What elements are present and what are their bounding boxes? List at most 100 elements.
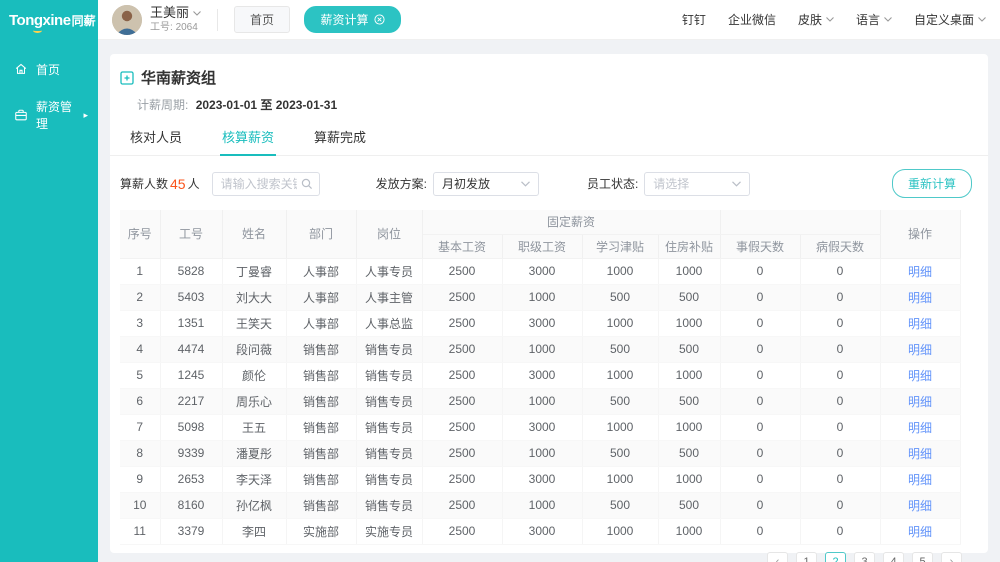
table-cell: 人事部 xyxy=(286,310,356,336)
table-cell: 1000 xyxy=(658,466,720,492)
table-cell: 销售专员 xyxy=(356,466,422,492)
table-cell: 3000 xyxy=(502,414,582,440)
search-icon xyxy=(301,178,313,190)
detail-link[interactable]: 明细 xyxy=(908,395,932,409)
detail-link[interactable]: 明细 xyxy=(908,447,932,461)
action-cell: 明细 xyxy=(880,310,960,336)
table-cell: 5403 xyxy=(160,284,222,310)
table-cell: 销售部 xyxy=(286,388,356,414)
detail-link[interactable]: 明细 xyxy=(908,265,932,279)
menu-item-skin[interactable]: 皮肤 xyxy=(798,11,834,28)
nav-tab-home[interactable]: 首页 xyxy=(234,6,290,33)
employee-number-value: 2064 xyxy=(176,22,198,33)
table-cell: 1000 xyxy=(502,284,582,310)
table-row: 108160孙亿枫销售部销售专员2500100050050000明细 xyxy=(120,492,960,518)
user-avatar[interactable] xyxy=(112,5,142,35)
table-cell: 1000 xyxy=(582,466,658,492)
menu-item-label: 语言 xyxy=(856,11,880,28)
column-header: 基本工资 xyxy=(422,234,502,258)
pagination-page-5[interactable]: 5 xyxy=(912,552,933,562)
chevron-down-icon xyxy=(521,181,530,187)
table-cell: 王五 xyxy=(222,414,286,440)
recalculate-button[interactable]: 重新计算 xyxy=(892,169,972,198)
employee-number-label: 工号: xyxy=(150,22,173,33)
column-header: 岗位 xyxy=(356,210,422,258)
status-select[interactable]: 请选择 xyxy=(644,172,750,196)
action-cell: 明细 xyxy=(880,336,960,362)
menu-item-dingtalk[interactable]: 钉钉 xyxy=(682,11,706,28)
table-cell: 3379 xyxy=(160,518,222,544)
salary-group-card: 华南薪资组 计薪周期: 2023-01-01 至 2023-01-31 核对人员… xyxy=(110,54,988,553)
table-row: 89339潘夏彤销售部销售专员2500100050050000明细 xyxy=(120,440,960,466)
user-name-dropdown[interactable]: 王美丽 xyxy=(150,6,201,21)
table-cell: 刘大大 xyxy=(222,284,286,310)
table-cell: 6 xyxy=(120,388,160,414)
pagination-page-4[interactable]: 4 xyxy=(883,552,904,562)
table-cell: 9 xyxy=(120,466,160,492)
table-cell: 销售部 xyxy=(286,492,356,518)
column-header: 学习津贴 xyxy=(582,234,658,258)
table-cell: 周乐心 xyxy=(222,388,286,414)
tab-calc-done[interactable]: 算薪完成 xyxy=(312,127,368,155)
detail-link[interactable]: 明细 xyxy=(908,317,932,331)
pagination-prev-button[interactable]: ‹ xyxy=(767,552,788,562)
plan-select[interactable]: 月初发放 xyxy=(433,172,539,196)
pagination-next-button[interactable]: › xyxy=(941,552,962,562)
menu-item-wecom[interactable]: 企业微信 xyxy=(728,11,776,28)
employee-number: 工号: 2064 xyxy=(150,22,201,34)
tab-check-staff[interactable]: 核对人员 xyxy=(128,127,184,155)
table-cell: 0 xyxy=(800,310,880,336)
column-header: 职级工资 xyxy=(502,234,582,258)
detail-link[interactable]: 明细 xyxy=(908,525,932,539)
detail-link[interactable]: 明细 xyxy=(908,473,932,487)
detail-link[interactable]: 明细 xyxy=(908,421,932,435)
table-cell: 1000 xyxy=(658,258,720,284)
table-cell: 1000 xyxy=(582,258,658,284)
table-cell: 2500 xyxy=(422,362,502,388)
table-cell: 李四 xyxy=(222,518,286,544)
table-row: 25403刘大大人事部人事主管2500100050050000明细 xyxy=(120,284,960,310)
top-header-bar: 王美丽 工号: 2064 首页 薪资计算 xyxy=(98,0,1000,40)
detail-link[interactable]: 明细 xyxy=(908,369,932,383)
pagination-page-2[interactable]: 2 xyxy=(825,552,846,562)
table-cell: 销售专员 xyxy=(356,440,422,466)
table-cell: 2500 xyxy=(422,518,502,544)
action-cell: 明细 xyxy=(880,362,960,388)
brand-logo-latin: Tongxine xyxy=(9,12,71,29)
pagination-page-1[interactable]: 1 xyxy=(796,552,817,562)
table-cell: 500 xyxy=(582,284,658,310)
nav-tab-label: 薪资计算 xyxy=(320,11,368,28)
sidebar: Tongxine同薪 首页 薪资管理 ▸ xyxy=(0,0,98,562)
table-cell: 销售部 xyxy=(286,414,356,440)
status-label: 员工状态: xyxy=(587,175,638,192)
menu-item-language[interactable]: 语言 xyxy=(856,11,892,28)
pagination-page-3[interactable]: 3 xyxy=(854,552,875,562)
menu-item-custom-desktop[interactable]: 自定义桌面 xyxy=(914,11,986,28)
table-cell: 2500 xyxy=(422,440,502,466)
table-cell: 3000 xyxy=(502,518,582,544)
table-cell: 颜伦 xyxy=(222,362,286,388)
column-header: 姓名 xyxy=(222,210,286,258)
sidebar-item-salary-mgmt[interactable]: 薪资管理 ▸ xyxy=(0,98,98,132)
table-cell: 0 xyxy=(800,362,880,388)
close-circle-icon[interactable] xyxy=(374,14,385,25)
table-cell: 3000 xyxy=(502,258,582,284)
sidebar-item-label: 首页 xyxy=(36,61,60,78)
table-cell: 1000 xyxy=(582,414,658,440)
nav-tab-salary-calc[interactable]: 薪资计算 xyxy=(304,6,400,33)
user-info: 王美丽 工号: 2064 xyxy=(150,6,201,33)
detail-link[interactable]: 明细 xyxy=(908,499,932,513)
table-cell: 2500 xyxy=(422,258,502,284)
table-cell: 0 xyxy=(800,284,880,310)
column-header: 序号 xyxy=(120,210,160,258)
table-cell: 10 xyxy=(120,492,160,518)
detail-link[interactable]: 明细 xyxy=(908,343,932,357)
table-row: 62217周乐心销售部销售专员2500100050050000明细 xyxy=(120,388,960,414)
sidebar-item-home[interactable]: 首页 xyxy=(0,52,98,86)
table-cell: 7 xyxy=(120,414,160,440)
plan-label: 发放方案: xyxy=(376,175,427,192)
step-tabs: 核对人员 核算薪资 算薪完成 xyxy=(110,127,988,156)
detail-link[interactable]: 明细 xyxy=(908,291,932,305)
table-cell: 5828 xyxy=(160,258,222,284)
tab-calc-salary[interactable]: 核算薪资 xyxy=(220,127,276,155)
